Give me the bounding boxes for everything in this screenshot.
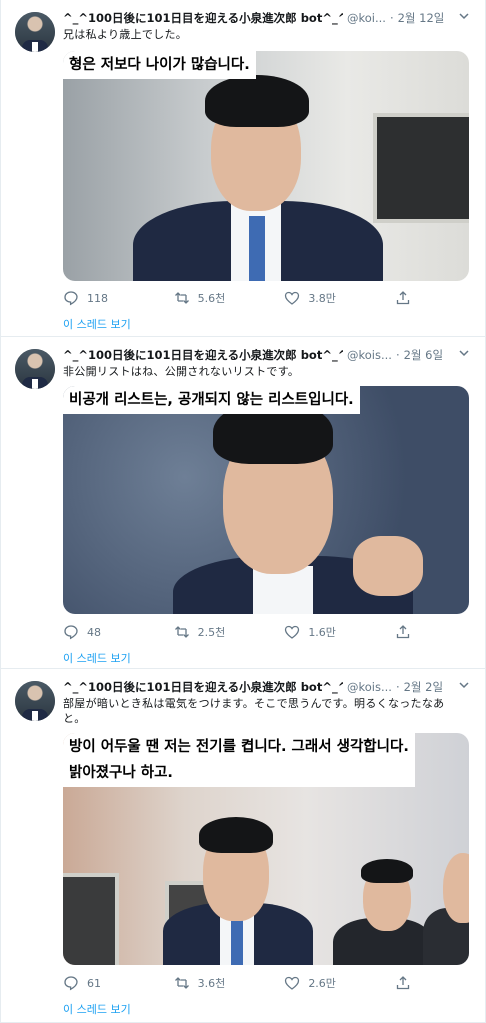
avatar[interactable] [15,681,55,721]
display-name[interactable]: ^_^100日後に101日目を迎える小泉進次郎 bot^_^ [63,10,343,26]
display-name[interactable]: ^_^100日後に101日目を迎える小泉進次郎 bot^_^ [63,679,343,695]
share-button[interactable] [395,624,415,640]
tweet[interactable]: ^_^100日後に101日目を迎える小泉進次郎 bot^_^ @kois... … [1,669,485,1023]
reply-button[interactable]: 118 [63,290,153,306]
user-handle[interactable]: @koi... [347,11,386,25]
separator-dot: · [395,680,400,694]
reply-icon [63,624,79,640]
tweet-text: 部屋が暗いとき私は電気をつけます。そこで思うんです。明るくなったなあと。 [63,697,445,725]
chevron-down-icon[interactable] [457,679,471,693]
timestamp[interactable]: 2월 12일 [398,10,445,26]
tweet-actions: 118 5.6천 3.8만 [63,288,415,308]
like-button[interactable]: 1.6만 [284,624,374,640]
reply-icon [63,975,79,991]
like-button[interactable]: 3.8만 [284,290,374,306]
image-caption: 방이 어두울 땐 저는 전기를 켭니다. 그래서 생각합니다. 밝아졌구나 하고… [63,733,415,787]
retweet-button[interactable]: 5.6천 [174,290,264,306]
retweet-icon [174,975,190,991]
like-button[interactable]: 2.6만 [284,975,374,991]
image-caption: 형은 저보다 나이가 많습니다. [63,51,256,79]
user-handle[interactable]: @kois... [347,348,392,362]
show-thread-link[interactable]: 이 스레드 보기 [63,650,131,666]
tweet-photo[interactable]: 비공개 리스트는, 공개되지 않는 리스트입니다. [63,386,469,614]
retweet-count: 2.5천 [197,626,226,639]
reply-count: 48 [87,625,101,639]
tweet[interactable]: ^_^100日後に101日目を迎える小泉進次郎 bot^_^ @kois... … [1,337,485,669]
tweet-text: 兄は私より歳上でした。 [63,28,188,41]
separator-dot: · [389,11,394,25]
tweet-header: ^_^100日後に101日目を迎える小泉進次郎 bot^_^ @kois... … [63,346,471,364]
like-count: 2.6만 [308,977,336,990]
reply-count: 118 [87,291,108,305]
show-thread-link[interactable]: 이 스레드 보기 [63,1001,131,1017]
heart-icon [284,290,300,306]
chevron-down-icon[interactable] [457,347,471,361]
like-count: 3.8만 [308,292,336,305]
retweet-icon [174,624,190,640]
user-handle[interactable]: @kois... [347,680,392,694]
retweet-button[interactable]: 2.5천 [174,624,264,640]
reply-icon [63,290,79,306]
avatar[interactable] [15,349,55,389]
wall-picture [373,113,469,223]
tweet[interactable]: ^_^100日後に101日目を迎える小泉進次郎 bot^_^ @koi... ·… [1,0,485,337]
tweet-photo[interactable]: 방이 어두울 땐 저는 전기를 켭니다. 그래서 생각합니다. 밝아졌구나 하고… [63,733,469,965]
chevron-down-icon[interactable] [457,10,471,24]
timestamp[interactable]: 2월 6일 [404,347,443,363]
heart-icon [284,975,300,991]
timestamp[interactable]: 2월 2일 [404,679,443,695]
share-icon [395,624,411,640]
share-button[interactable] [395,290,415,306]
like-count: 1.6만 [308,626,336,639]
share-icon [395,975,411,991]
reply-button[interactable]: 48 [63,624,153,640]
tweet-actions: 48 2.5천 1.6만 [63,622,415,642]
retweet-count: 5.6천 [197,292,226,305]
avatar[interactable] [15,12,55,52]
share-icon [395,290,411,306]
tweet-header: ^_^100日後に101日目を迎える小泉進次郎 bot^_^ @koi... ·… [63,9,471,27]
share-button[interactable] [395,975,415,991]
image-caption: 비공개 리스트는, 공개되지 않는 리스트입니다. [63,386,360,414]
reply-count: 61 [87,976,101,990]
separator-dot: · [395,348,400,362]
tweet-photo[interactable]: 형은 저보다 나이가 많습니다. [63,51,469,281]
reply-button[interactable]: 61 [63,975,153,991]
show-thread-link[interactable]: 이 스레드 보기 [63,316,131,332]
timeline: ^_^100日後に101日目を迎える小泉進次郎 bot^_^ @koi... ·… [0,0,486,1023]
retweet-count: 3.6천 [197,977,226,990]
heart-icon [284,624,300,640]
tweet-text: 非公開リストはね、公開されないリストです。 [63,365,300,378]
retweet-button[interactable]: 3.6천 [174,975,264,991]
retweet-icon [174,290,190,306]
display-name[interactable]: ^_^100日後に101日目を迎える小泉進次郎 bot^_^ [63,347,343,363]
tweet-actions: 61 3.6천 2.6만 [63,973,415,993]
tweet-header: ^_^100日後に101日目を迎える小泉進次郎 bot^_^ @kois... … [63,678,471,696]
